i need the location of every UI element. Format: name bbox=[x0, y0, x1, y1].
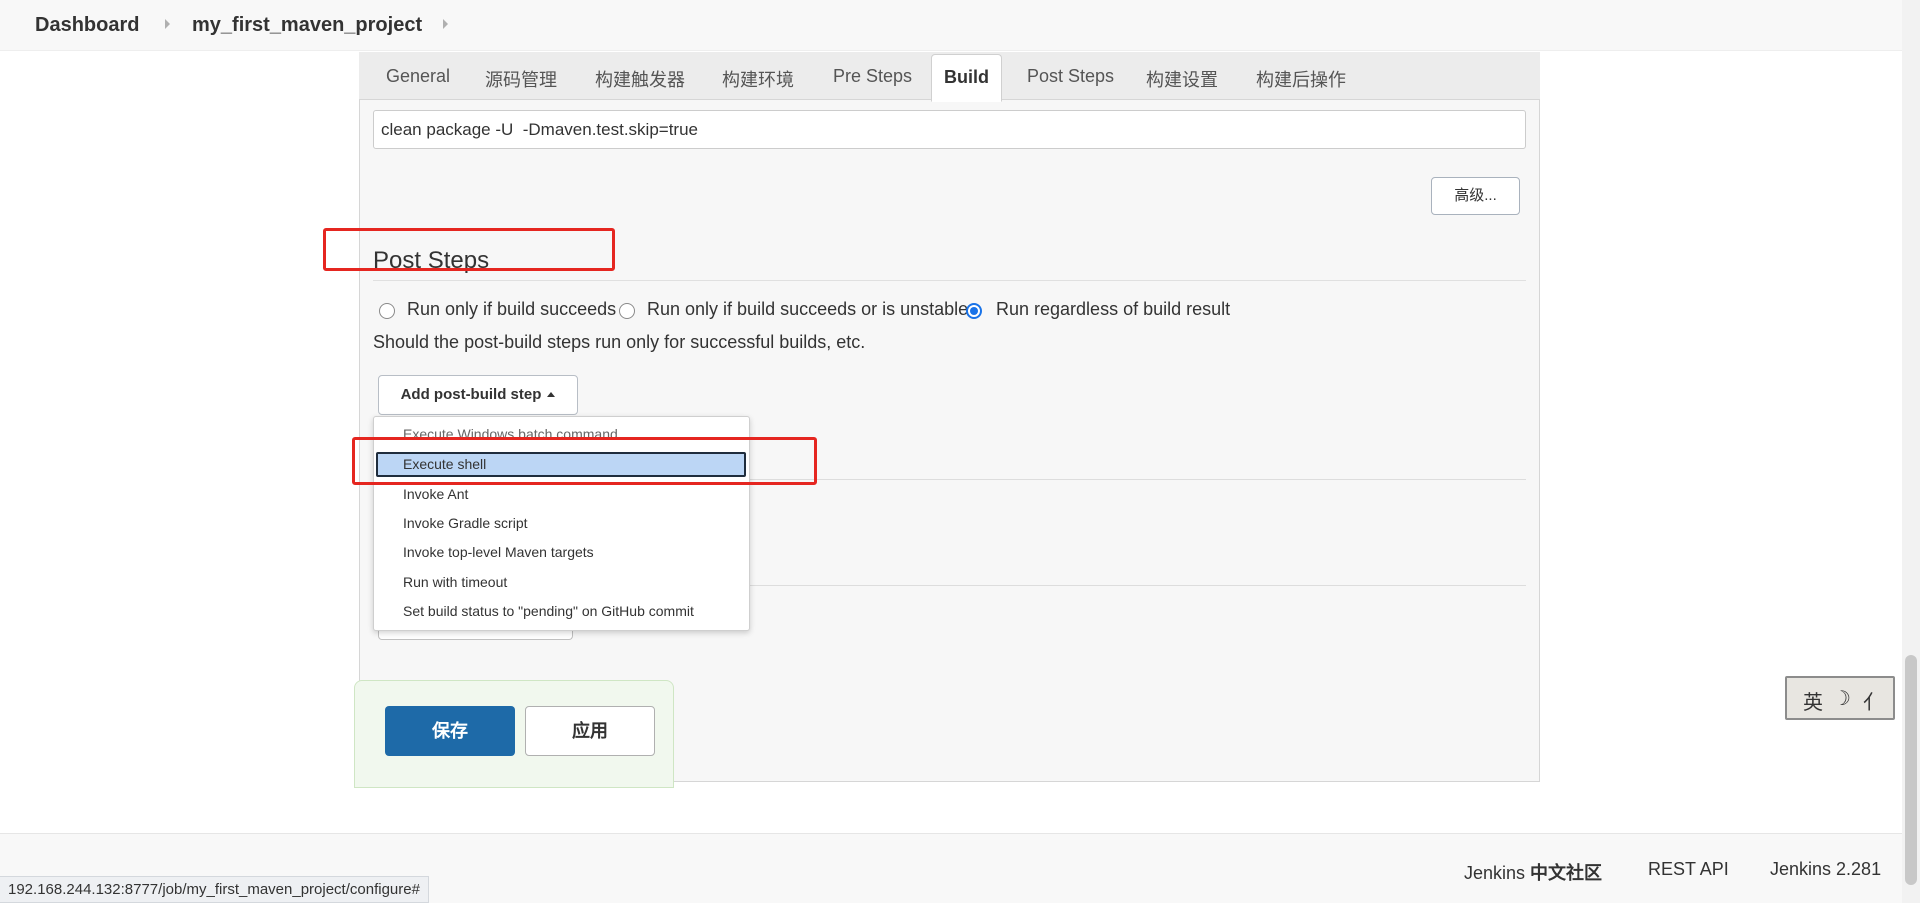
radio-regardless[interactable] bbox=[966, 303, 982, 319]
add-post-build-step-label: Add post-build step bbox=[400, 386, 542, 403]
footer-community-prefix: Jenkins bbox=[1464, 863, 1531, 883]
menu-item-github-pending[interactable]: Set build status to "pending" on GitHub … bbox=[403, 603, 694, 619]
tab-build-label: Build bbox=[944, 67, 989, 87]
footer-rest-api-link[interactable]: REST API bbox=[1648, 859, 1729, 880]
footer-version: Jenkins 2.281 bbox=[1770, 859, 1882, 879]
tab-build-environment[interactable]: 构建环境 bbox=[722, 66, 794, 92]
menu-item-invoke-maven[interactable]: Invoke top-level Maven targets bbox=[403, 544, 594, 560]
ime-english-icon[interactable]: 英 bbox=[1803, 686, 1823, 715]
breadcrumb-chevron-icon[interactable] bbox=[165, 19, 170, 29]
section-divider bbox=[373, 280, 1526, 281]
tab-post-steps[interactable]: Post Steps bbox=[1027, 66, 1114, 87]
caret-up-icon bbox=[547, 392, 556, 397]
apply-button[interactable]: 应用 bbox=[525, 706, 655, 756]
radio-build-succeeds[interactable] bbox=[379, 303, 395, 319]
save-button[interactable]: 保存 bbox=[385, 706, 515, 756]
add-post-build-step-button[interactable]: Add post-build step bbox=[378, 375, 578, 415]
tab-build-triggers[interactable]: 构建触发器 bbox=[595, 66, 685, 92]
breadcrumb-project[interactable]: my_first_maven_project bbox=[192, 14, 422, 37]
breadcrumb-dashboard[interactable]: Dashboard bbox=[35, 14, 139, 37]
breadcrumb: Dashboard my_first_maven_project bbox=[0, 0, 1920, 51]
menu-item-invoke-ant[interactable]: Invoke Ant bbox=[403, 486, 468, 502]
menu-item-run-with-timeout[interactable]: Run with timeout bbox=[403, 574, 507, 590]
tab-build[interactable]: Build bbox=[931, 54, 1002, 102]
radio-build-succeeds-label[interactable]: Run only if build succeeds bbox=[407, 299, 616, 320]
radio-succeeds-or-unstable-label[interactable]: Run only if build succeeds or is unstabl… bbox=[647, 299, 968, 320]
tab-pre-steps[interactable]: Pre Steps bbox=[833, 66, 912, 87]
ime-punctuation-icon[interactable]: ⺅ bbox=[1863, 686, 1883, 715]
goals-input[interactable] bbox=[373, 110, 1526, 149]
radio-succeeds-or-unstable[interactable] bbox=[619, 303, 635, 319]
radio-regardless-label[interactable]: Run regardless of build result bbox=[996, 299, 1230, 320]
tab-general[interactable]: General bbox=[386, 66, 450, 87]
menu-item-invoke-gradle[interactable]: Invoke Gradle script bbox=[403, 515, 528, 531]
ime-toolbar[interactable]: 英 ☽ ⺅ bbox=[1785, 676, 1895, 720]
post-steps-help: Should the post-build steps run only for… bbox=[373, 332, 866, 352]
tab-source-control[interactable]: 源码管理 bbox=[485, 66, 557, 92]
ime-halfwidth-icon[interactable]: ☽ bbox=[1833, 686, 1851, 711]
footer-community-suffix: 中文社区 bbox=[1530, 863, 1603, 883]
scrollbar-thumb[interactable] bbox=[1905, 655, 1917, 885]
tab-build-settings[interactable]: 构建设置 bbox=[1146, 66, 1218, 92]
breadcrumb-chevron-icon[interactable] bbox=[443, 19, 448, 29]
status-url: 192.168.244.132:8777/job/my_first_maven_… bbox=[0, 876, 429, 903]
annotation-box-title bbox=[323, 228, 615, 271]
footer-community-link[interactable]: Jenkins 中文社区 bbox=[1464, 859, 1602, 885]
advanced-button[interactable]: 高级... bbox=[1431, 177, 1520, 215]
tab-post-build-actions[interactable]: 构建后操作 bbox=[1256, 66, 1346, 92]
annotation-box-execute-shell bbox=[352, 437, 817, 485]
